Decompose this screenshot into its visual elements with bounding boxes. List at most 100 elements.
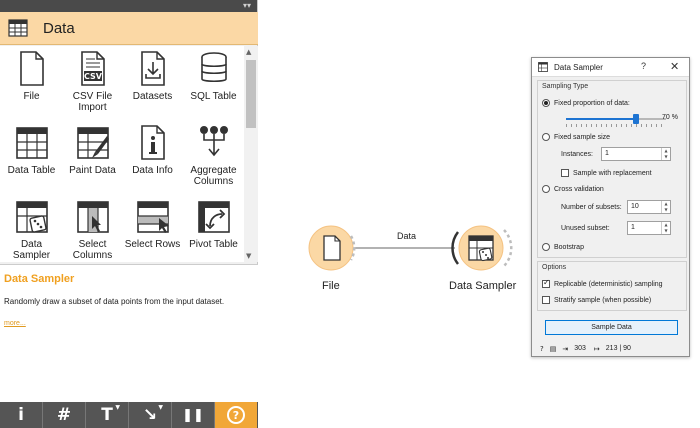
widget-csv-file-import[interactable]: CSV CSV File Import — [62, 50, 123, 122]
widget-data-info[interactable]: Data Info — [122, 124, 183, 196]
scroll-up-icon[interactable]: ▲ — [246, 48, 251, 56]
fixed-proportion-radio[interactable]: Fixed proportion of data: — [542, 99, 630, 107]
toolbox-titlebar: ▾▾ — [0, 0, 257, 12]
stepper-arrows-icon[interactable]: ▲ ▼ — [661, 201, 670, 213]
subsets-label-text: Number of subsets: — [561, 204, 622, 211]
widget-sql-table[interactable]: SQL Table — [183, 50, 244, 122]
category-header-data[interactable]: Data — [0, 12, 258, 45]
slider-handle[interactable] — [633, 114, 639, 124]
description-text: Randomly draw a subset of data points fr… — [4, 297, 225, 306]
stepper-arrows-icon[interactable]: ▲ ▼ — [661, 222, 670, 234]
widget-paint-data[interactable]: Paint Data — [62, 124, 123, 196]
subsets-value: 10 — [631, 203, 639, 210]
file-node-icon — [308, 225, 356, 271]
data-sampler-icon — [15, 201, 48, 233]
radio-indicator[interactable] — [542, 133, 550, 141]
widget-data-table[interactable]: Data Table — [1, 124, 62, 196]
widget-select-rows[interactable]: Select Rows — [122, 198, 183, 262]
subsets-label: Number of subsets: — [561, 204, 622, 211]
instances-label-text: Instances: — [561, 151, 593, 158]
description-title: Data Sampler — [4, 273, 75, 285]
arrow-annotation-button[interactable]: ↘ ▼ — [129, 402, 172, 428]
widget-label: Datasets — [132, 91, 173, 102]
widget-select-columns[interactable]: Select Columns — [62, 198, 123, 262]
dialog-title: Data Sampler — [554, 62, 603, 72]
category-title: Data — [43, 19, 75, 37]
checkbox-label: Replicable (deterministic) sampling — [554, 280, 663, 288]
sample-data-button[interactable]: Sample Data — [545, 320, 678, 335]
output-count: 213 | 90 — [605, 345, 631, 352]
data-sampler-node-label[interactable]: Data Sampler — [449, 280, 516, 292]
fixed-size-radio[interactable]: Fixed sample size — [542, 133, 610, 141]
cross-validation-radio[interactable]: Cross validation — [542, 185, 604, 193]
replicable-checkbox[interactable]: Replicable (deterministic) sampling — [542, 278, 663, 288]
help-icon[interactable]: ? — [540, 345, 544, 353]
widget-pivot-table[interactable]: Pivot Table — [183, 198, 244, 262]
radio-indicator[interactable] — [542, 99, 550, 107]
select-rows-icon — [136, 201, 169, 233]
stratify-checkbox[interactable]: Stratify sample (when possible) — [542, 296, 651, 304]
arrow-annotation-icon: ↘ — [142, 405, 158, 425]
bootstrap-radio[interactable]: Bootstrap — [542, 243, 584, 251]
widget-label: Paint Data — [69, 165, 116, 176]
more-link[interactable]: more... — [4, 320, 26, 327]
slider-fill — [566, 118, 636, 120]
checkbox-indicator[interactable] — [542, 296, 550, 304]
dialog-titlebar[interactable]: Data Sampler ? ✕ — [532, 58, 689, 77]
instances-stepper[interactable]: 1 ▲ ▼ — [601, 147, 671, 161]
proportion-slider[interactable]: 70 % — [538, 114, 688, 130]
stepper-arrows-icon[interactable]: ▲ ▼ — [661, 148, 670, 160]
group-title: Options — [542, 264, 567, 271]
scroll-down-icon[interactable]: ▼ — [246, 252, 251, 260]
radio-label: Fixed sample size — [554, 133, 611, 141]
widget-file[interactable]: File — [1, 50, 62, 122]
widget-data-sampler[interactable]: Data Sampler — [1, 198, 62, 262]
scrollbar-thumb[interactable] — [246, 60, 256, 128]
replacement-checkbox[interactable]: Sample with replacement — [561, 169, 652, 177]
info-button-icon: i — [18, 405, 24, 425]
close-icon[interactable]: ✕ — [670, 60, 679, 73]
widget-label: File — [23, 91, 40, 102]
pause-button[interactable]: ❚❚ — [172, 402, 215, 428]
text-annotation-button[interactable]: T ▼ — [86, 402, 129, 428]
text-annotation-icon: T — [101, 405, 113, 425]
group-title: Sampling Type — [542, 83, 589, 90]
widget-grid-scrollbar[interactable]: ▲ ▼ — [244, 46, 258, 262]
report-icon[interactable]: ▤ — [550, 345, 557, 353]
file-node-label[interactable]: File — [322, 280, 340, 292]
widget-label: Select Columns — [72, 239, 113, 261]
database-icon — [200, 52, 227, 83]
widget-label: Select Rows — [124, 239, 181, 250]
aggregate-icon — [199, 126, 228, 157]
widget-toolbox: ▾▾ Data File CSV CSV File Import Dataset… — [0, 0, 258, 428]
info-button[interactable]: i — [0, 402, 43, 428]
widget-label: Data Table — [7, 165, 56, 176]
checkbox-indicator[interactable] — [542, 278, 550, 288]
grid-button[interactable]: # — [43, 402, 86, 428]
unused-value: 1 — [631, 224, 635, 231]
dock-grip-icon[interactable]: ▾▾ — [243, 1, 251, 10]
link-label[interactable]: Data — [397, 231, 416, 241]
widget-datasets[interactable]: Datasets — [122, 50, 183, 122]
pause-icon: ❚❚ — [182, 407, 204, 423]
instances-value: 1 — [605, 150, 609, 157]
proportion-value: 70 % — [662, 114, 678, 121]
radio-label: Fixed proportion of data: — [554, 99, 630, 107]
info-icon — [140, 125, 165, 160]
help-button[interactable]: ? — [215, 402, 257, 428]
radio-indicator[interactable] — [542, 243, 550, 251]
widget-aggregate-columns[interactable]: Aggregate Columns — [183, 124, 244, 196]
checkbox-indicator[interactable] — [561, 169, 569, 177]
unused-subset-stepper[interactable]: 1 ▲ ▼ — [627, 221, 671, 235]
slider-track[interactable] — [566, 114, 666, 124]
options-group: Options Replicable (deterministic) sampl… — [537, 261, 687, 311]
dropdown-triangle-icon: ▼ — [158, 404, 163, 411]
help-icon[interactable]: ? — [641, 61, 646, 71]
subsets-stepper[interactable]: 10 ▲ ▼ — [627, 200, 671, 214]
csv-file-icon: CSV — [80, 51, 105, 86]
svg-text:CSV: CSV — [84, 72, 103, 81]
output-icon: ↦ — [593, 344, 600, 353]
radio-indicator[interactable] — [542, 185, 550, 193]
widget-label: Data Sampler — [12, 239, 51, 261]
widget-label: Aggregate Columns — [190, 165, 237, 187]
